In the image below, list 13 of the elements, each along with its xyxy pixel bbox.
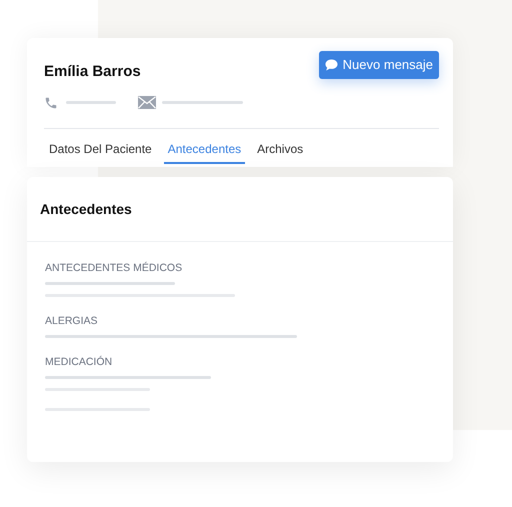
section-heading: ANTECEDENTES MÉDICOS bbox=[45, 261, 184, 275]
section-heading: MEDICACIÓN bbox=[45, 355, 114, 369]
section-heading: ALERGIAS bbox=[45, 314, 99, 328]
tab[interactable]: Archivos bbox=[253, 136, 308, 164]
tab[interactable]: Datos Del Paciente bbox=[45, 136, 156, 164]
phone-icon bbox=[44, 96, 58, 110]
chat-bubble-icon bbox=[324, 59, 338, 71]
phone-placeholder-bar bbox=[66, 101, 116, 104]
envelope-icon bbox=[138, 96, 156, 109]
new-message-button[interactable]: Nuevo mensaje bbox=[318, 51, 439, 79]
patient-name: Emília Barros bbox=[44, 62, 141, 82]
panel-title: Antecedentes bbox=[27, 177, 453, 242]
tab[interactable]: Antecedentes bbox=[164, 136, 246, 164]
